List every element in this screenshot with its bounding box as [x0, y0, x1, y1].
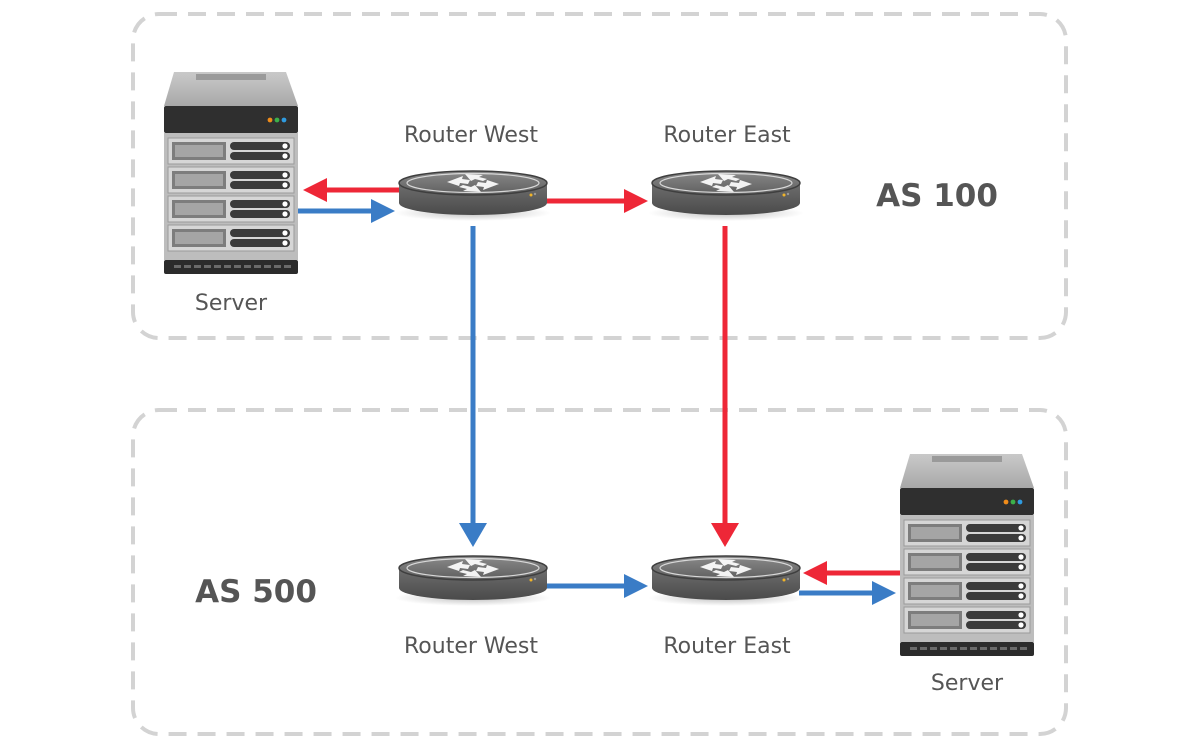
router-west-bottom-label: Router West	[404, 634, 538, 659]
edge-rwtop-to-server-top	[303, 178, 400, 202]
edge-rwbot-to-rebot	[546, 574, 648, 598]
edge-rebot-to-server-bot	[799, 581, 896, 605]
server-top[interactable]: Server	[164, 72, 298, 316]
group-label-as100: AS 100	[876, 178, 998, 214]
server-bottom[interactable]: Server	[900, 454, 1034, 696]
server-icon	[900, 454, 1034, 656]
server-icon	[164, 72, 298, 274]
group-label-as500: AS 500	[195, 574, 317, 610]
edge-rwtop-to-retop	[546, 189, 648, 213]
router-east-bottom-label: Router East	[663, 634, 791, 659]
router-icon	[647, 555, 805, 607]
router-east-top-label: Router East	[663, 123, 791, 148]
router-icon	[394, 170, 552, 222]
edge-retop-to-rebot	[711, 226, 739, 547]
router-west-top-label: Router West	[404, 123, 538, 148]
router-east-top[interactable]: Router East	[647, 123, 805, 222]
router-icon	[394, 555, 552, 607]
server-top-label: Server	[195, 291, 268, 316]
edge-server-top-to-rwtop	[298, 199, 395, 223]
router-icon	[647, 170, 805, 222]
router-east-bottom[interactable]: Router East	[647, 555, 805, 659]
edge-server-bot-to-rebot	[803, 561, 901, 585]
edge-rwtop-to-rwbot	[459, 226, 487, 547]
network-diagram: AS 100 AS 500 Server Router West Router …	[131, 12, 1068, 736]
router-west-top[interactable]: Router West	[394, 123, 552, 222]
server-bottom-label: Server	[931, 671, 1004, 696]
router-west-bottom[interactable]: Router West	[394, 555, 552, 659]
